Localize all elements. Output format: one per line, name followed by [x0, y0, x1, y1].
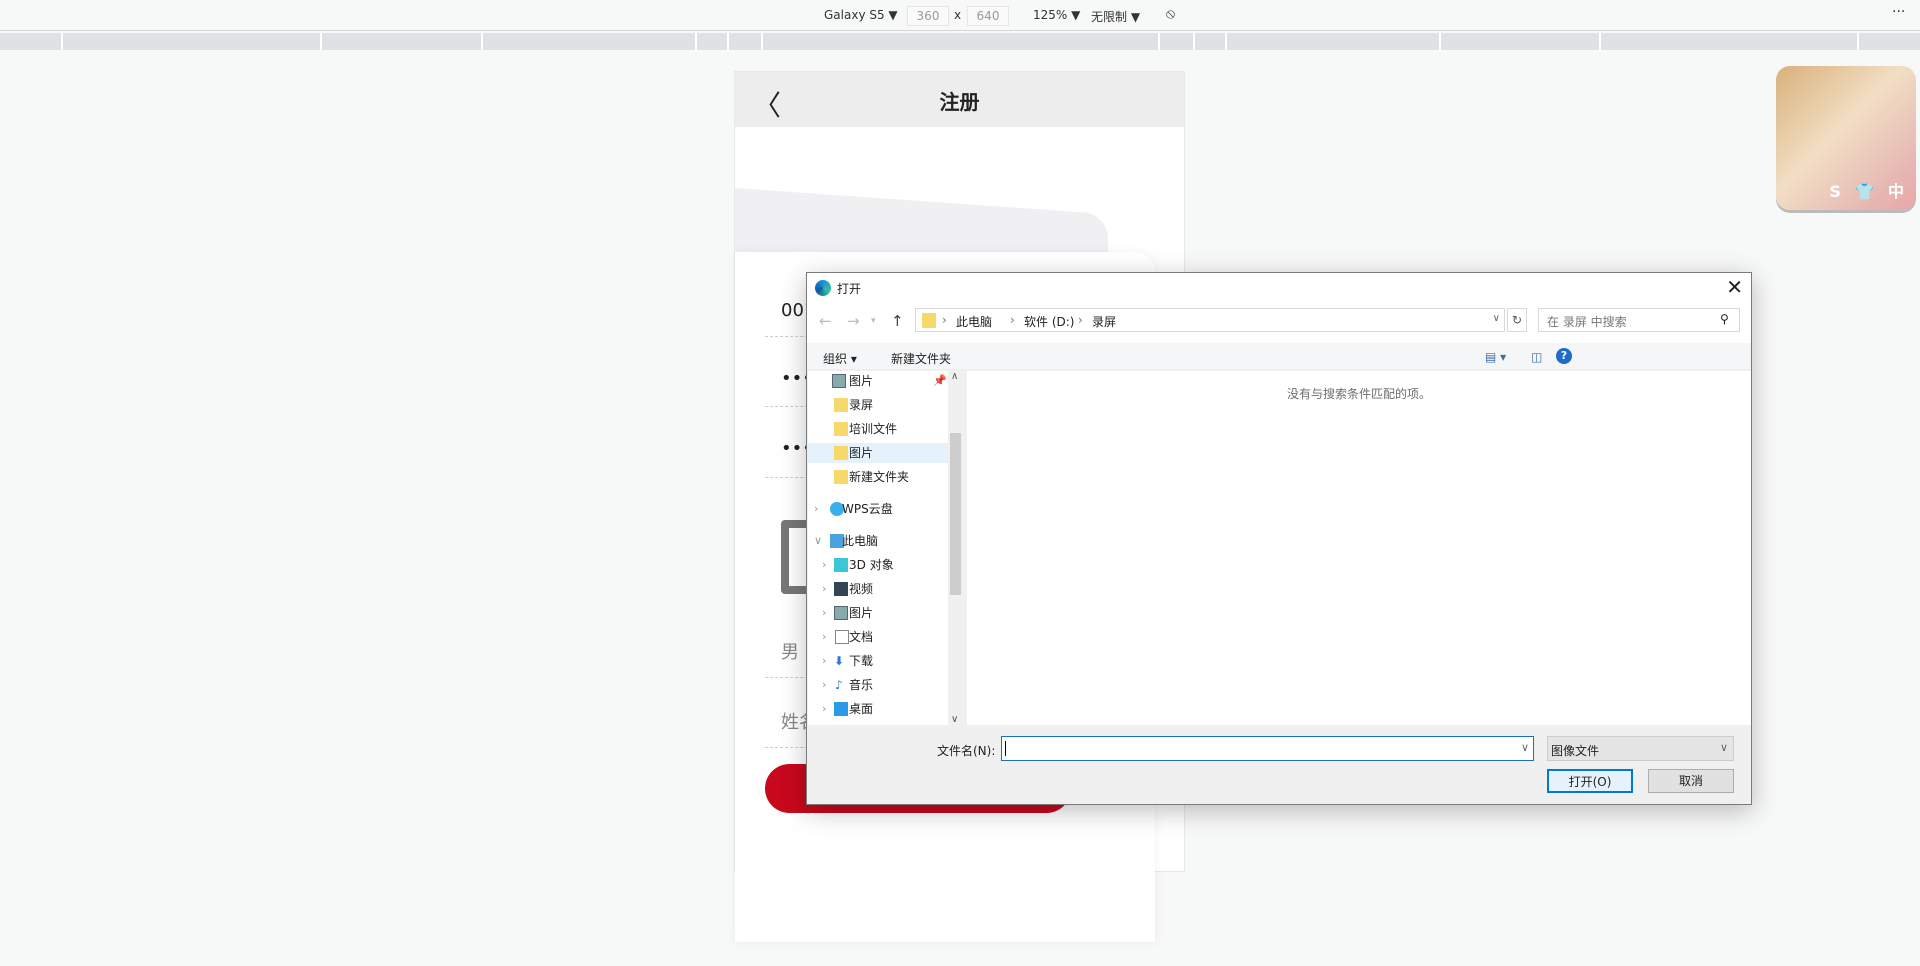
breadcrumb-item[interactable]: 软件 (D:) [1024, 313, 1074, 330]
folder-icon [922, 313, 936, 328]
folder-icon [834, 470, 848, 484]
nav-item[interactable]: › 3D 对象 [808, 555, 948, 575]
zoom-select[interactable]: 125% ▼ [1033, 8, 1080, 22]
app-header: 〈 注册 [735, 72, 1184, 127]
music-icon: ♪ [835, 678, 843, 692]
organize-menu[interactable]: 组织 ▾ [823, 350, 857, 367]
new-folder-button[interactable]: 新建文件夹 [891, 350, 951, 367]
nav-item-selected[interactable]: 图片 [808, 443, 948, 463]
chevron-down-icon: ∨ [1719, 741, 1728, 754]
pictures-icon [832, 374, 846, 388]
filetype-select[interactable]: 图像文件 ∨ [1547, 736, 1734, 761]
nav-item[interactable]: › 图片 [808, 603, 948, 623]
page-title: 注册 [939, 90, 980, 114]
chevron-down-icon: ∨ [1520, 741, 1529, 754]
edge-icon [815, 280, 831, 296]
refresh-icon[interactable]: ↻ [1507, 308, 1527, 332]
address-bar[interactable]: › 此电脑 › 软件 (D:) › 录屏 ∨ [915, 308, 1505, 332]
cancel-button[interactable]: 取消 [1648, 769, 1734, 793]
gender-field[interactable]: 男 [781, 638, 799, 664]
breadcrumb-item[interactable]: 录屏 [1092, 313, 1116, 330]
back-arrow-icon[interactable]: ← [819, 312, 832, 330]
floating-avatar-image[interactable]: S 👕 中 [1776, 66, 1916, 210]
forward-arrow-icon[interactable]: → [847, 312, 860, 330]
open-file-dialog: 打开 ✕ ← → ▾ ↑ › 此电脑 › 软件 (D:) › 录屏 ∨ ↻ 在 … [806, 272, 1752, 805]
address-row: ← → ▾ ↑ › 此电脑 › 软件 (D:) › 录屏 ∨ ↻ 在 录屏 中搜… [807, 303, 1751, 343]
nav-item[interactable]: › 桌面 [808, 699, 948, 719]
device-select[interactable]: Galaxy S5 ▼ [824, 8, 898, 22]
nav-item[interactable]: 新建文件夹 [808, 467, 948, 487]
view-options-icon[interactable]: ▤ ▾ [1485, 350, 1506, 364]
nav-item[interactable]: 录屏 [808, 395, 948, 415]
pin-icon: 📌 [933, 374, 947, 387]
nav-item[interactable]: › 视频 [808, 579, 948, 599]
rotate-icon[interactable]: ⦸ [1166, 6, 1175, 22]
search-icon[interactable]: ⚲ [1720, 312, 1729, 326]
download-icon: ⬇ [834, 654, 845, 668]
nav-item[interactable]: › ♪ 音乐 [808, 675, 948, 695]
address-dropdown-icon[interactable]: ∨ [1493, 313, 1500, 324]
scroll-thumb[interactable] [950, 433, 961, 595]
avatar-tags: S 👕 中 [1829, 182, 1908, 201]
open-button[interactable]: 打开(O) [1547, 769, 1633, 793]
folder-icon [834, 422, 848, 436]
filename-label: 文件名(N): [937, 744, 996, 758]
breadcrumb-item[interactable]: 此电脑 [956, 313, 992, 330]
preview-pane-icon[interactable]: ◫ [1531, 350, 1542, 364]
nav-item[interactable]: 图片 📌 [808, 371, 948, 391]
video-icon [834, 582, 848, 596]
dialog-title: 打开 [837, 282, 862, 296]
device-toolbar: Galaxy S5 ▼ 360 x 640 125% ▼ 无限制 ▼ ⦸ ··· [0, 0, 1920, 31]
nav-item[interactable]: › ⬇ 下载 [808, 651, 948, 671]
folder-icon [834, 446, 848, 460]
nav-item[interactable]: › WPS云盘 [808, 499, 948, 519]
scroll-down-icon: ∨ [951, 714, 959, 725]
dialog-titlebar: 打开 ✕ [807, 273, 1751, 303]
cube-icon [834, 558, 848, 572]
file-list[interactable]: 没有与搜索条件匹配的项。 [967, 371, 1751, 725]
folder-icon [834, 398, 848, 412]
nav-scrollbar[interactable]: ∧ ∨ [948, 371, 963, 725]
search-input[interactable]: 在 录屏 中搜索 [1538, 308, 1740, 332]
up-arrow-icon[interactable]: ↑ [891, 312, 904, 330]
document-icon [835, 630, 849, 644]
filename-input[interactable]: ∨ [1001, 736, 1534, 761]
width-input[interactable]: 360 [907, 6, 949, 26]
close-button[interactable]: ✕ [1726, 275, 1743, 299]
more-options-button[interactable]: ··· [1892, 4, 1905, 20]
dimension-separator: x [954, 8, 962, 22]
navigation-pane: 图片 📌 录屏 培训文件 图片 新建文件夹 › WPS云盘 ∨ 此电脑 › 3D 对象 … [808, 371, 963, 725]
nav-item[interactable]: ∨ 此电脑 [808, 531, 948, 551]
height-input[interactable]: 640 [967, 6, 1009, 26]
scroll-up-icon: ∧ [951, 371, 959, 382]
empty-message: 没有与搜索条件匹配的项。 [1286, 387, 1431, 401]
command-bar: 组织 ▾ 新建文件夹 ▤ ▾ ◫ ? [807, 343, 1751, 370]
desktop-icon [834, 702, 848, 716]
nav-item[interactable]: 培训文件 [808, 419, 948, 439]
help-icon[interactable]: ? [1556, 348, 1572, 364]
recent-chevron-icon[interactable]: ▾ [871, 316, 876, 326]
throttle-select[interactable]: 无限制 ▼ [1091, 8, 1140, 25]
nav-item[interactable]: › 文档 [808, 627, 948, 647]
media-query-bar[interactable] [0, 33, 1920, 50]
pictures-icon [834, 606, 848, 620]
